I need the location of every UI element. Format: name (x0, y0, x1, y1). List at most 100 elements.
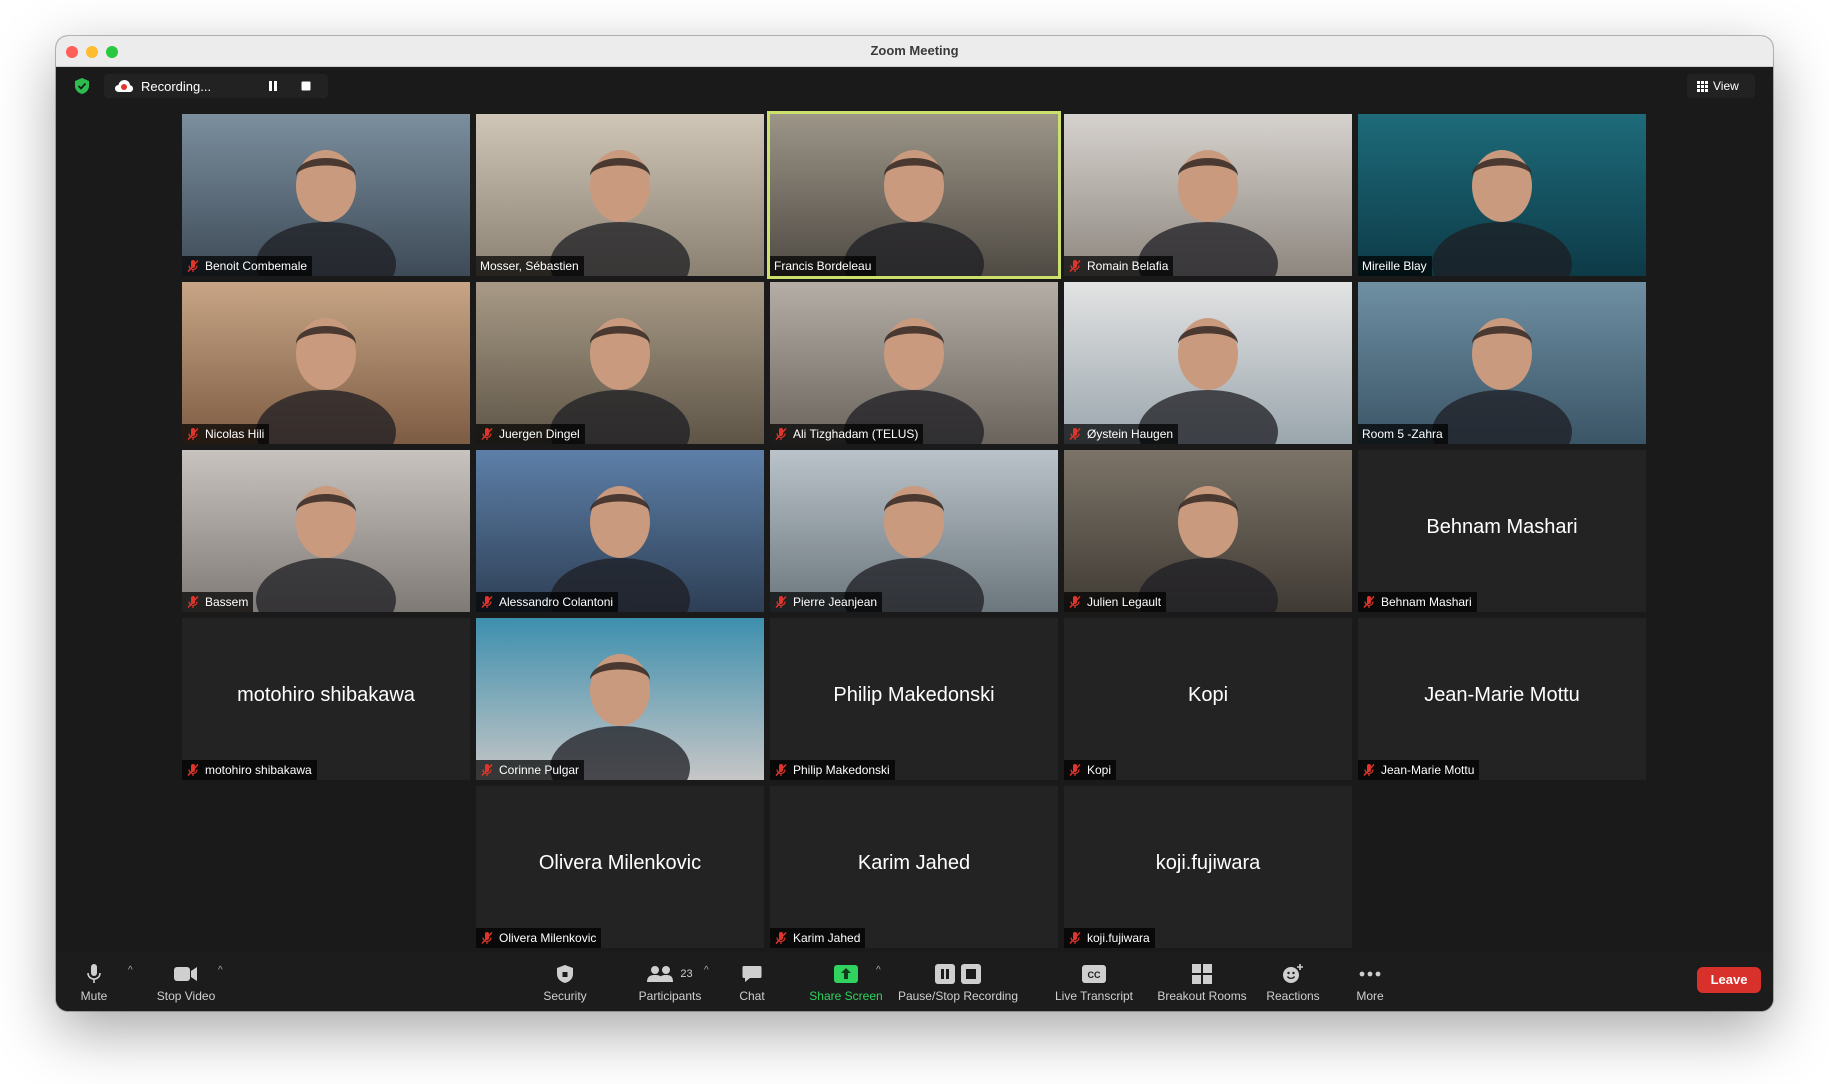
stop-icon[interactable] (300, 80, 312, 92)
participant-name-tag: Romain Belafia (1064, 256, 1174, 276)
video-feed (476, 618, 764, 780)
muted-microphone-icon (480, 931, 494, 945)
muted-microphone-icon (186, 763, 200, 777)
participant-tile[interactable]: koji.fujiwara koji.fujiwara (1064, 786, 1352, 948)
security-button[interactable]: Security (534, 953, 596, 1011)
video-feed (1064, 450, 1352, 612)
shield-icon (557, 965, 573, 983)
participants-label: Participants (638, 989, 702, 1003)
participant-name-tag: Nicolas Hili (182, 424, 270, 444)
muted-microphone-icon (774, 763, 788, 777)
participant-name-tag: motohiro shibakawa (182, 760, 317, 780)
participant-name: Juergen Dingel (499, 427, 580, 441)
share-screen-icon (834, 965, 858, 983)
participant-name-tag: Jean-Marie Mottu (1358, 760, 1480, 780)
participant-name-tag: Ali Tizghadam (TELUS) (770, 424, 924, 444)
mute-button[interactable]: Mute (68, 953, 120, 1011)
stop-video-button[interactable]: Stop Video (142, 953, 230, 1011)
cloud-record-icon (115, 80, 133, 92)
reactions-button[interactable]: Reactions (1256, 953, 1330, 1011)
pause-stop-recording-icon (935, 964, 981, 984)
participant-display-name: Kopi (1187, 684, 1229, 706)
participant-display-name: koji.fujiwara (1155, 852, 1261, 874)
video-options-caret-icon[interactable]: ^ (218, 965, 223, 976)
participant-name-tag: Corinne Pulgar (476, 760, 585, 780)
share-screen-label: Share Screen (809, 989, 883, 1003)
participant-tile[interactable]: Mosser, Sébastien (476, 114, 764, 276)
muted-microphone-icon (480, 595, 494, 609)
participant-name: koji.fujiwara (1087, 931, 1150, 945)
live-transcript-button[interactable]: CC Live Transcript (1044, 953, 1144, 1011)
view-button[interactable]: View (1687, 74, 1755, 98)
video-feed (1358, 114, 1646, 276)
participant-name: Philip Makedonski (793, 763, 890, 777)
participants-button[interactable]: 23 Participants (621, 953, 719, 1011)
participant-tile[interactable]: Benoit Combemale (182, 114, 470, 276)
muted-microphone-icon (1068, 427, 1082, 441)
muted-microphone-icon (186, 595, 200, 609)
muted-microphone-icon (1068, 763, 1082, 777)
participant-name: Benoit Combemale (205, 259, 308, 273)
participant-tile[interactable]: Pierre Jeanjean (770, 450, 1058, 612)
recording-indicator: Recording... (104, 74, 328, 98)
participant-name: Øystein Haugen (1087, 427, 1174, 441)
participant-name-tag: Mosser, Sébastien (476, 256, 584, 276)
muted-microphone-icon (480, 763, 494, 777)
participant-tile[interactable]: Nicolas Hili (182, 282, 470, 444)
participant-name: Francis Bordeleau (774, 259, 872, 273)
zoom-window: Zoom Meeting Recording... View Benoit Co… (56, 36, 1773, 1011)
pause-icon[interactable] (267, 80, 279, 92)
muted-microphone-icon (186, 427, 200, 441)
title-bar: Zoom Meeting (56, 36, 1773, 67)
participant-tile[interactable]: Alessandro Colantoni (476, 450, 764, 612)
pause-stop-recording-button[interactable]: Pause/Stop Recording (894, 953, 1022, 1011)
participant-tile[interactable]: Julien Legault (1064, 450, 1352, 612)
participant-tile[interactable]: motohiro shibakawa motohiro shibakawa (182, 618, 470, 780)
participant-tile[interactable]: Jean-Marie Mottu Jean-Marie Mottu (1358, 618, 1646, 780)
participant-name-tag: Room 5 -Zahra (1358, 424, 1448, 444)
leave-button[interactable]: Leave (1697, 967, 1761, 993)
muted-microphone-icon (774, 595, 788, 609)
participant-name: Pierre Jeanjean (793, 595, 878, 609)
participant-tile[interactable]: Francis Bordeleau (770, 114, 1058, 276)
participant-name-tag: Philip Makedonski (770, 760, 895, 780)
participant-name-tag: Olivera Milenkovic (476, 928, 602, 948)
participant-display-name: Behnam Mashari (1426, 516, 1578, 538)
participant-name: motohiro shibakawa (205, 763, 312, 777)
participant-name: Behnam Mashari (1381, 595, 1472, 609)
meeting-top-bar: Recording... View (56, 66, 1773, 106)
participant-tile[interactable]: Corinne Pulgar (476, 618, 764, 780)
participant-tile[interactable]: Ali Tizghadam (TELUS) (770, 282, 1058, 444)
participants-options-caret-icon[interactable]: ^ (704, 965, 709, 976)
share-screen-button[interactable]: Share Screen (804, 953, 888, 1011)
video-feed (476, 450, 764, 612)
participant-tile[interactable]: Øystein Haugen (1064, 282, 1352, 444)
more-button[interactable]: More (1344, 953, 1396, 1011)
video-camera-icon (174, 967, 197, 981)
share-options-caret-icon[interactable]: ^ (876, 965, 881, 976)
chat-button[interactable]: Chat (726, 953, 778, 1011)
video-feed (182, 114, 470, 276)
participant-tile[interactable]: Romain Belafia (1064, 114, 1352, 276)
participant-tile[interactable]: Olivera Milenkovic Olivera Milenkovic (476, 786, 764, 948)
participant-tile[interactable]: Behnam Mashari Behnam Mashari (1358, 450, 1646, 612)
participant-name: Bassem (205, 595, 249, 609)
breakout-rooms-button[interactable]: Breakout Rooms (1150, 953, 1254, 1011)
muted-microphone-icon (1362, 763, 1376, 777)
participant-tile[interactable]: Mireille Blay (1358, 114, 1646, 276)
participant-name-tag: Bassem (182, 592, 254, 612)
muted-microphone-icon (1068, 595, 1082, 609)
chat-bubble-icon (742, 966, 762, 982)
participant-tile[interactable]: Philip Makedonski Philip Makedonski (770, 618, 1058, 780)
participant-display-name: Jean-Marie Mottu (1424, 684, 1580, 706)
participant-tile[interactable]: Bassem (182, 450, 470, 612)
mute-options-caret-icon[interactable]: ^ (128, 965, 133, 976)
video-feed (182, 450, 470, 612)
participant-tile[interactable]: Juergen Dingel (476, 282, 764, 444)
participant-tile[interactable]: Karim Jahed Karim Jahed (770, 786, 1058, 948)
recording-label: Recording... (141, 79, 212, 94)
participant-name: Olivera Milenkovic (499, 931, 597, 945)
shield-check-icon[interactable] (74, 77, 90, 95)
participant-tile[interactable]: Room 5 -Zahra (1358, 282, 1646, 444)
participant-tile[interactable]: Kopi Kopi (1064, 618, 1352, 780)
